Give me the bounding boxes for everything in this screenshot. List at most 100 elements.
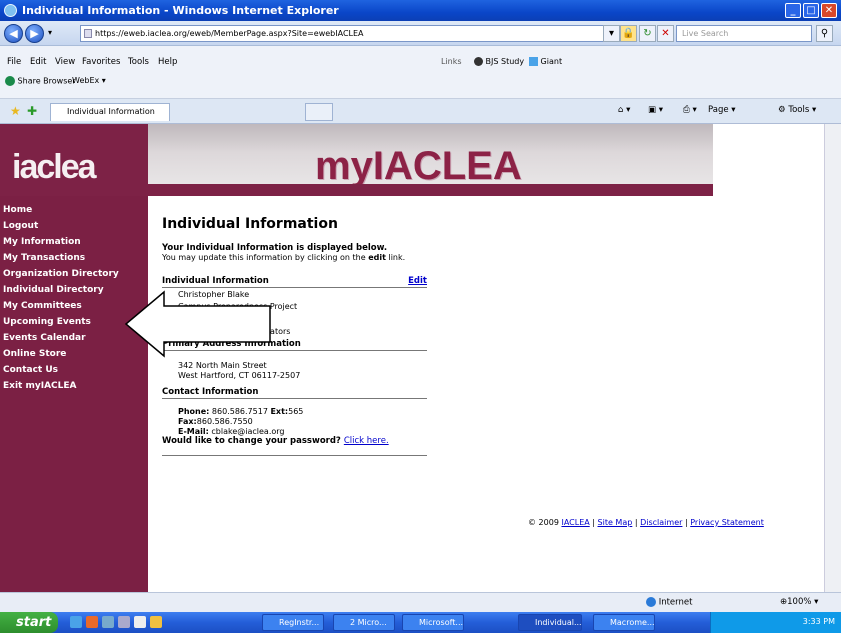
security-zone-label: Internet [658, 597, 693, 608]
tab-individual-information[interactable]: Individual Information [50, 103, 170, 121]
footer-sitemap-link[interactable]: Site Map [598, 518, 633, 527]
footer-separator: | [634, 518, 638, 527]
dropdown-chevron-icon[interactable]: ▾ [603, 25, 620, 42]
myiaclea-logo: myIACLEA [315, 144, 522, 188]
menu-favorites[interactable]: Favorites [82, 57, 120, 67]
taskbar-btn-individual[interactable]: Individual... [518, 614, 582, 631]
window-title: Individual Information - Windows Interne… [22, 4, 339, 17]
quicklaunch-ie-icon[interactable] [70, 616, 82, 628]
status-bar: Internet ⊕100% ▾ [0, 592, 841, 612]
quicklaunch-firefox-icon[interactable] [86, 616, 98, 628]
footer-privacy-link[interactable]: Privacy Statement [690, 518, 764, 527]
sidebar-item-my-transactions[interactable]: My Transactions [0, 250, 148, 266]
taskbar-btn-micro[interactable]: 2 Micro... [333, 614, 395, 631]
fax-label: Fax: [178, 417, 197, 426]
tools-menu-label: Tools [788, 105, 810, 115]
footer-iaclea-link[interactable]: IACLEA [561, 518, 589, 527]
email-label: E-Mail: [178, 427, 209, 436]
security-zone: Internet [646, 597, 692, 608]
start-button[interactable]: start [0, 612, 58, 633]
annotation-arrow [124, 290, 271, 358]
menu-help[interactable]: Help [158, 57, 177, 67]
ext-value: 565 [288, 407, 304, 416]
page-menu-label: Page [708, 105, 729, 115]
intro-text-end: link. [388, 253, 406, 262]
quicklaunch-app2-icon[interactable] [134, 616, 146, 628]
fax-value: 860.586.7550 [196, 417, 253, 426]
link-giant-label: Giant [540, 57, 563, 66]
sidebar-item-exit[interactable]: Exit myIACLEA [0, 378, 148, 394]
edit-link[interactable]: Edit [408, 276, 427, 286]
page-title: Individual Information [162, 216, 338, 232]
taskbar-btn-macromedia[interactable]: Macrome... [593, 614, 655, 631]
menu-view[interactable]: View [55, 57, 75, 67]
tools-menu[interactable]: ⚙ Tools ▾ [778, 105, 816, 115]
share-browser-label: Share Browser [17, 76, 76, 86]
stop-icon[interactable]: ✕ [657, 25, 674, 42]
divider [162, 441, 427, 445]
ie-page-icon [529, 57, 538, 66]
phone-value: 860.586.7517 [211, 407, 268, 416]
tab-label: Individual Information [67, 107, 155, 116]
intro-text: You may update this information by click… [162, 253, 437, 262]
taskbar-btn-microsoft[interactable]: Microsoft... [402, 614, 464, 631]
ie-icon [4, 4, 17, 17]
refresh-icon[interactable]: ↻ [639, 25, 656, 42]
new-tab-button[interactable] [305, 103, 333, 121]
bjs-icon [474, 57, 483, 66]
page-menu[interactable]: Page ▾ [708, 105, 736, 115]
forward-button[interactable]: ▶ [25, 24, 44, 43]
webex-label: WebEx [72, 76, 100, 85]
address-bar: ◀ ▶ ▾ https://eweb.iaclea.org/eweb/Membe… [0, 21, 841, 46]
quicklaunch-desktop-icon[interactable] [102, 616, 114, 628]
minimize-button[interactable]: _ [785, 3, 801, 18]
back-button[interactable]: ◀ [4, 24, 23, 43]
sidebar-item-logout[interactable]: Logout [0, 218, 148, 234]
search-icon[interactable]: ⚲ [816, 25, 833, 42]
quicklaunch-app3-icon[interactable] [150, 616, 162, 628]
ext-label: Ext: [270, 407, 289, 416]
link-giant[interactable]: Giant [529, 57, 562, 66]
sidebar-item-organization-directory[interactable]: Organization Directory [0, 266, 148, 282]
zoom-value: 100% [787, 597, 812, 607]
sidebar-item-home[interactable]: Home [0, 202, 148, 218]
intro-text-start: You may update this information by click… [162, 253, 366, 262]
url-text: https://eweb.iaclea.org/eweb/MemberPage.… [95, 29, 364, 38]
sidebar-item-contact-us[interactable]: Contact Us [0, 362, 148, 378]
taskbar-btn-reginstr[interactable]: RegInstr... [262, 614, 324, 631]
favorites-star-icon[interactable]: ★ [10, 104, 21, 118]
add-favorites-icon[interactable]: ✚ [27, 104, 37, 118]
url-input[interactable]: https://eweb.iaclea.org/eweb/MemberPage.… [80, 25, 616, 42]
iaclea-logo[interactable]: iaclea [12, 148, 97, 187]
close-button[interactable]: ✕ [821, 3, 837, 18]
intro-edit-word: edit [368, 253, 386, 262]
quicklaunch-app-icon[interactable] [118, 616, 130, 628]
clock: 3:33 PM [802, 617, 835, 626]
site-banner: iaclea myIACLEA [0, 124, 713, 196]
webex-menu[interactable]: WebEx ▾ [72, 76, 106, 85]
menu-edit[interactable]: Edit [30, 57, 46, 67]
home-icon[interactable]: ⌂ ▾ [618, 105, 630, 115]
taskbar: start RegInstr... 2 Micro... Microsoft..… [0, 612, 841, 633]
menu-file[interactable]: File [7, 57, 21, 67]
phone-line: Phone: 860.586.7517 Ext:565 [162, 407, 437, 417]
link-bjs-study-label: BJS Study [485, 57, 525, 66]
menu-bar: File Edit View Favorites Tools Help Link… [0, 46, 841, 99]
footer: © 2009 IACLEA | Site Map | Disclaimer | … [528, 518, 764, 527]
sidebar-item-my-information[interactable]: My Information [0, 234, 148, 250]
page-icon [84, 29, 92, 38]
share-browser-button[interactable]: Share Browser [5, 76, 76, 86]
print-icon[interactable]: ⎙ ▾ [683, 105, 697, 115]
menu-tools[interactable]: Tools [128, 57, 149, 67]
recent-pages-chevron-icon[interactable]: ▾ [48, 28, 52, 37]
feeds-icon[interactable]: ▣ ▾ [648, 105, 663, 115]
footer-disclaimer-link[interactable]: Disclaimer [640, 518, 682, 527]
link-bjs-study[interactable]: BJS Study [474, 57, 524, 66]
zoom-control[interactable]: ⊕100% ▾ [780, 597, 818, 607]
sidebar-nav: Home Logout My Information My Transactio… [0, 196, 148, 626]
maximize-button[interactable]: □ [803, 3, 819, 18]
lock-icon[interactable]: 🔒 [620, 25, 637, 42]
page-scrollbar[interactable] [824, 124, 841, 592]
web-page: iaclea myIACLEA Home Logout My Informati… [0, 124, 841, 626]
search-input[interactable]: Live Search [676, 25, 812, 42]
